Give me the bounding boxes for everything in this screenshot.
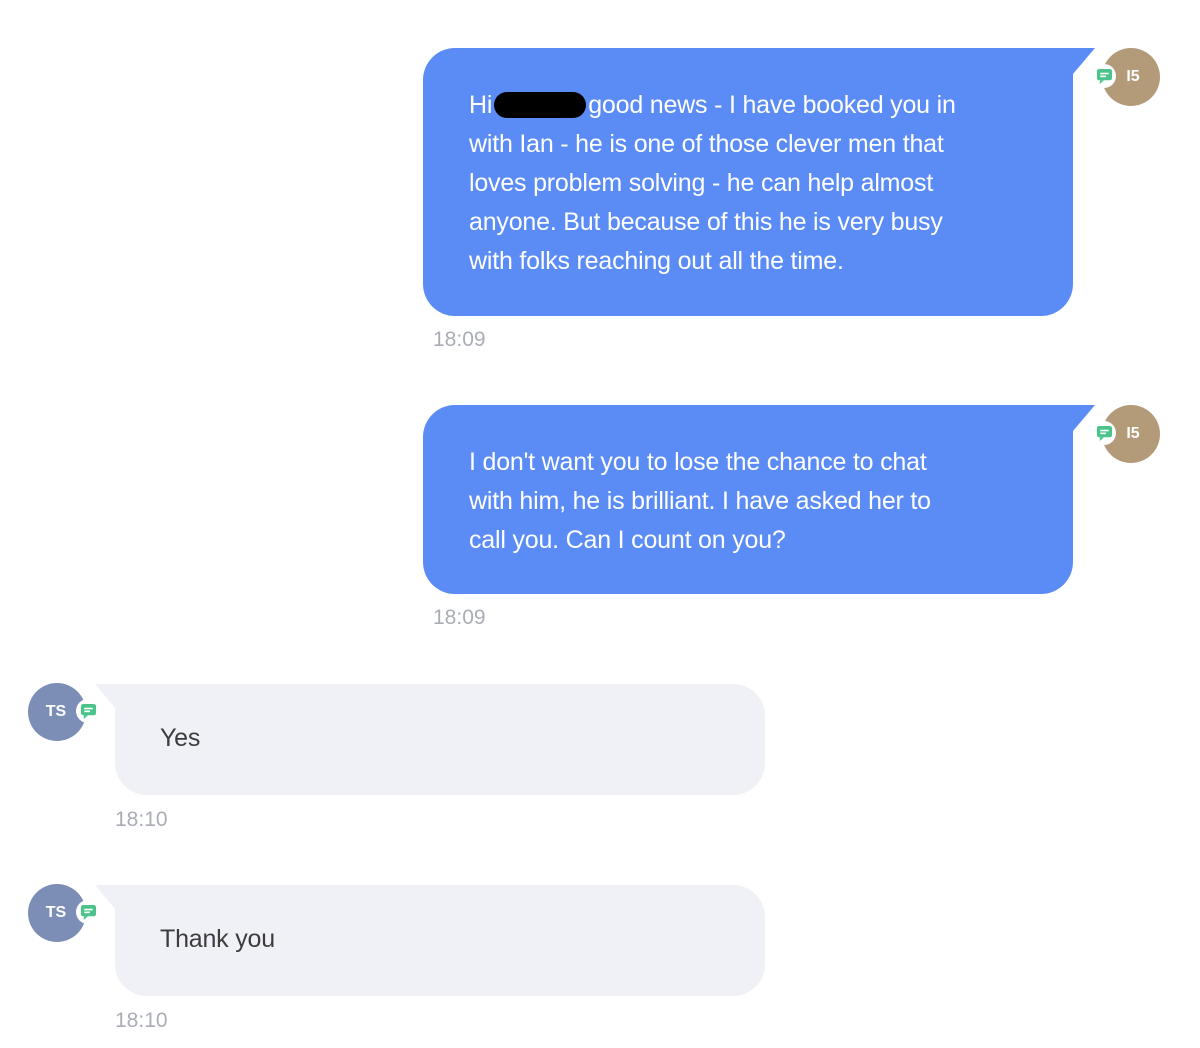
avatar-initials: I5 <box>1126 68 1140 85</box>
outgoing-message-bubble[interactable]: I don't want you to lose the chance to c… <box>423 405 1095 594</box>
message-timestamp: 18:09 <box>433 606 486 629</box>
message-body: good news - I have booked you in with Ia… <box>469 91 956 275</box>
avatar-initials: I5 <box>1126 425 1140 442</box>
avatar-initials: TS <box>45 703 67 720</box>
message-text: I don't want you to lose the chance to c… <box>469 448 931 554</box>
message-timestamp: 18:10 <box>115 1009 168 1032</box>
incoming-message-bubble[interactable]: Yes <box>95 684 765 795</box>
chat-channel-icon <box>76 900 100 924</box>
chat-channel-icon <box>1092 64 1116 88</box>
avatar-initials: TS <box>45 904 67 921</box>
message-text: Thank you <box>160 925 275 953</box>
redacted-name-mark <box>494 92 587 118</box>
message-text: Yes <box>160 724 201 752</box>
outgoing-message-bubble[interactable]: Hi good news - I have booked you in with … <box>423 48 1095 316</box>
chat-channel-icon <box>76 699 100 723</box>
message-timestamp: 18:09 <box>433 328 486 351</box>
message-greeting: Hi <box>469 91 493 119</box>
message-text: Hi good news - I have booked you in with … <box>469 86 1053 281</box>
chat-channel-icon <box>1092 421 1116 445</box>
message-timestamp: 18:10 <box>115 808 168 831</box>
incoming-message-bubble[interactable]: Thank you <box>95 885 765 996</box>
